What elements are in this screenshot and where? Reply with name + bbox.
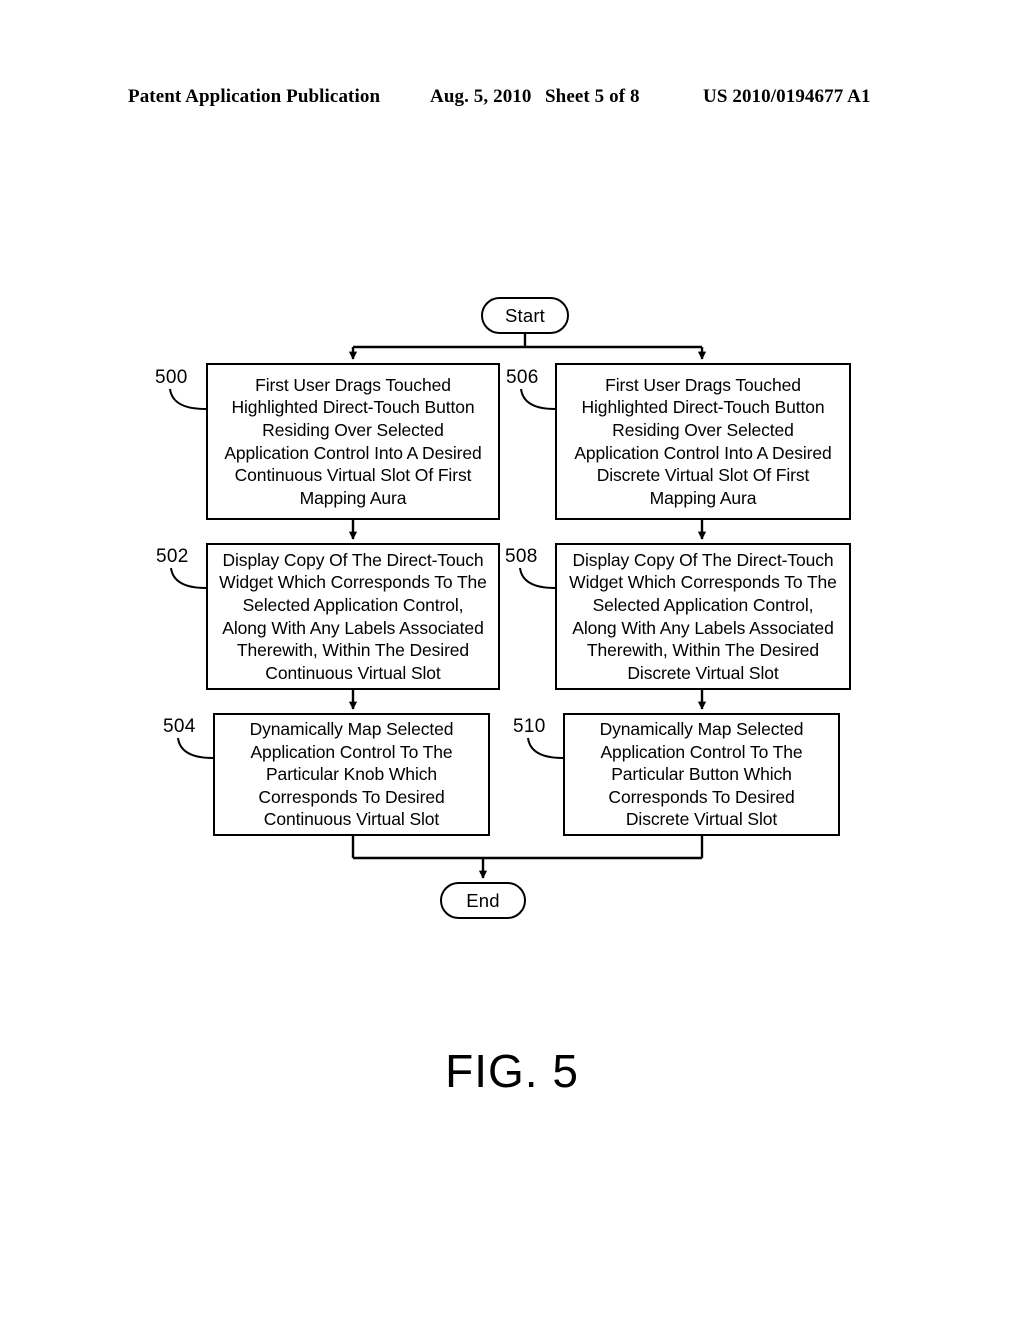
flowchart-node-500: First User Drags Touched Highlighted Dir… bbox=[206, 363, 500, 520]
flowchart-node-504: Dynamically Map Selected Application Con… bbox=[213, 713, 490, 836]
flowchart-node-502: Display Copy Of The Direct-Touch Widget … bbox=[206, 543, 500, 690]
leader-line-502 bbox=[170, 567, 207, 589]
reference-numeral-502: 502 bbox=[156, 546, 189, 567]
node-502-text: Display Copy Of The Direct-Touch Widget … bbox=[219, 549, 487, 683]
leader-line-508 bbox=[519, 567, 556, 589]
figure-caption: FIG. 5 bbox=[445, 1045, 579, 1097]
start-label: Start bbox=[504, 304, 546, 326]
leader-line-506 bbox=[520, 388, 556, 410]
reference-numeral-504: 504 bbox=[163, 716, 196, 737]
flowchart-node-508: Display Copy Of The Direct-Touch Widget … bbox=[555, 543, 851, 690]
end-label: End bbox=[466, 889, 500, 911]
reference-numeral-510: 510 bbox=[513, 716, 546, 737]
reference-numeral-508: 508 bbox=[505, 546, 538, 567]
reference-numeral-500: 500 bbox=[155, 367, 188, 388]
flowchart-node-end: End bbox=[440, 882, 526, 919]
leader-line-500 bbox=[169, 388, 207, 410]
node-508-text: Display Copy Of The Direct-Touch Widget … bbox=[569, 549, 837, 683]
flowchart-node-506: First User Drags Touched Highlighted Dir… bbox=[555, 363, 851, 520]
node-510-text: Dynamically Map Selected Application Con… bbox=[599, 719, 804, 830]
flowchart-node-510: Dynamically Map Selected Application Con… bbox=[563, 713, 840, 836]
node-504-text: Dynamically Map Selected Application Con… bbox=[249, 719, 454, 830]
node-506-text: First User Drags Touched Highlighted Dir… bbox=[574, 374, 832, 508]
flowchart-connectors bbox=[169, 334, 707, 879]
node-500-text: First User Drags Touched Highlighted Dir… bbox=[224, 374, 482, 508]
flowchart-node-start: Start bbox=[481, 297, 569, 334]
flowchart-diagram: Start First User Drags Touched Highlight… bbox=[0, 0, 1024, 1320]
reference-numeral-506: 506 bbox=[506, 367, 539, 388]
leader-line-510 bbox=[527, 737, 564, 759]
leader-line-504 bbox=[177, 737, 214, 759]
